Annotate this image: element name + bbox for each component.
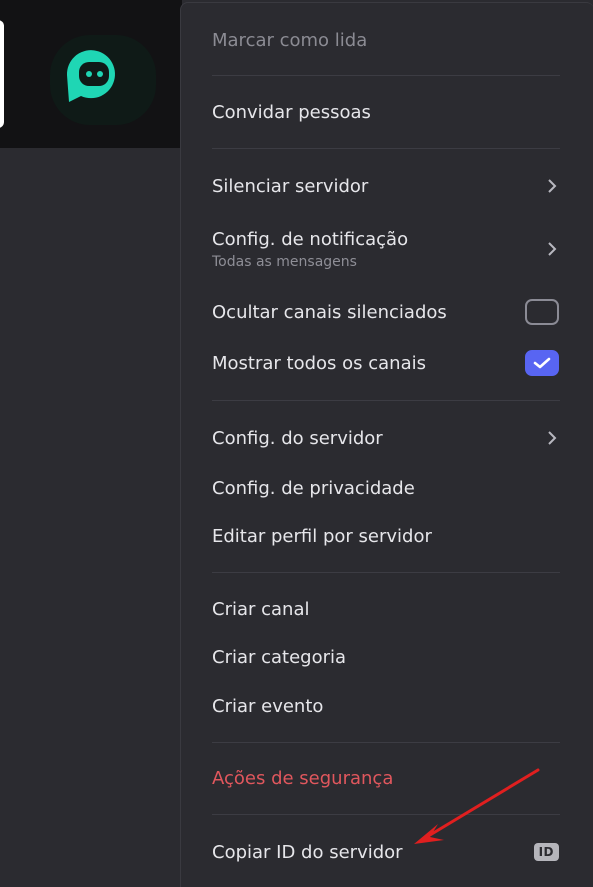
edit-server-profile-label: Editar perfil por servidor <box>212 525 432 547</box>
divider <box>212 742 560 743</box>
security-actions-item[interactable]: Ações de segurança <box>212 764 559 792</box>
divider <box>212 814 560 815</box>
id-badge-icon: ID <box>533 843 559 861</box>
notification-settings-text: Config. de notificação Todas as mensagen… <box>212 229 408 270</box>
copy-server-id-item[interactable]: Copiar ID do servidor ID <box>212 838 559 866</box>
copy-server-id-label: Copiar ID do servidor <box>212 841 403 863</box>
create-category-item[interactable]: Criar categoria <box>212 643 559 671</box>
security-actions-label: Ações de segurança <box>212 767 394 789</box>
mark-as-read-label: Marcar como lida <box>212 29 368 51</box>
screen: Marcar como lida Convidar pessoas Silenc… <box>0 0 593 887</box>
server-list <box>0 0 182 148</box>
mark-as-read-item[interactable]: Marcar como lida <box>212 26 559 54</box>
server-settings-label: Config. do servidor <box>212 427 383 449</box>
create-category-label: Criar categoria <box>212 646 347 668</box>
hide-muted-channels-item[interactable]: Ocultar canais silenciados <box>212 297 559 327</box>
notification-settings-sublabel: Todas as mensagens <box>212 253 357 270</box>
chevron-right-icon <box>545 429 559 447</box>
edit-server-profile-item[interactable]: Editar perfil por servidor <box>212 522 559 550</box>
create-event-item[interactable]: Criar evento <box>212 692 559 720</box>
create-event-label: Criar evento <box>212 695 324 717</box>
check-icon <box>533 357 551 369</box>
robot-chat-icon[interactable] <box>50 35 156 125</box>
show-all-checkbox[interactable] <box>525 350 559 376</box>
privacy-settings-label: Config. de privacidade <box>212 477 415 499</box>
privacy-settings-item[interactable]: Config. de privacidade <box>212 474 559 502</box>
divider <box>212 400 560 401</box>
notification-settings-item[interactable]: Config. de notificação Todas as mensagen… <box>212 224 559 274</box>
server-pill[interactable] <box>0 20 4 128</box>
show-all-channels-label: Mostrar todos os canais <box>212 352 426 374</box>
invite-people-item[interactable]: Convidar pessoas <box>212 98 559 126</box>
divider <box>212 572 560 573</box>
server-settings-item[interactable]: Config. do servidor <box>212 424 559 452</box>
create-channel-label: Criar canal <box>212 598 310 620</box>
divider <box>212 75 560 76</box>
hide-muted-channels-label: Ocultar canais silenciados <box>212 301 447 323</box>
divider <box>212 148 560 149</box>
show-all-channels-item[interactable]: Mostrar todos os canais <box>212 348 559 378</box>
chevron-right-icon <box>545 177 559 195</box>
notification-settings-label: Config. de notificação <box>212 228 409 250</box>
invite-people-label: Convidar pessoas <box>212 101 371 123</box>
mute-server-item[interactable]: Silenciar servidor <box>212 172 559 200</box>
create-channel-item[interactable]: Criar canal <box>212 595 559 623</box>
chevron-right-icon <box>545 240 559 258</box>
mute-server-label: Silenciar servidor <box>212 175 369 197</box>
hide-muted-checkbox[interactable] <box>525 299 559 325</box>
